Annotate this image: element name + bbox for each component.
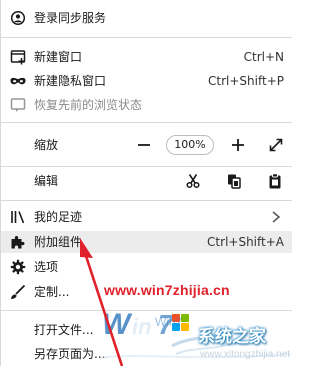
menu-item-addons[interactable]: 附加组件 Ctrl+Shift+A (1, 231, 292, 253)
menu-item-new-window[interactable]: 新建窗口 Ctrl+N (1, 46, 292, 68)
menu-item-label: 恢复先前的浏览状态 (34, 98, 143, 112)
edit-label: 编辑 (34, 174, 59, 188)
menu-item-shortcut: Ctrl+Shift+A (207, 235, 284, 249)
menu-separator (1, 122, 292, 123)
menu-row-edit: 编辑 (1, 170, 292, 192)
cut-icon (186, 174, 200, 189)
zoom-reset-button[interactable]: 100% (166, 135, 214, 155)
watermark-sub-url: www.xitongzhijia.net (200, 349, 291, 360)
svg-text:W: W (102, 308, 133, 341)
brush-icon (11, 284, 26, 299)
menu-item-label: 另存页面为... (34, 347, 106, 361)
watermark-url: www.win7zhijia.cn (104, 282, 230, 298)
fullscreen-button[interactable] (265, 134, 287, 156)
zoom-in-button[interactable] (227, 134, 249, 156)
menu-item-shortcut: Ctrl+Shift+P (208, 74, 284, 88)
new-window-icon (10, 50, 26, 65)
zoom-out-button[interactable] (133, 134, 155, 156)
menu-separator (1, 200, 292, 201)
gear-icon (10, 259, 26, 275)
puzzle-icon (11, 236, 25, 249)
menu-item-restore-session: 恢复先前的浏览状态 (1, 94, 292, 116)
menu-item-label: 打开文件... (34, 323, 94, 337)
menu-item-label: 我的足迹 (34, 210, 83, 224)
menu-separator (1, 166, 292, 167)
fullscreen-icon (269, 138, 283, 152)
menu-item-library[interactable]: 我的足迹 (1, 206, 292, 228)
menu-item-new-private-window[interactable]: 新建隐私窗口 Ctrl+Shift+P (1, 70, 292, 92)
menu-item-options[interactable]: 选项 (1, 256, 292, 278)
copy-button[interactable] (223, 170, 245, 192)
menu-item-label: 新建窗口 (34, 50, 83, 64)
menu-separator (1, 37, 292, 38)
menu-item-label: 附加组件 (34, 235, 83, 249)
menu-item-sync[interactable]: 登录同步服务 (1, 7, 292, 29)
cut-button[interactable] (182, 170, 204, 192)
paste-icon (269, 173, 281, 189)
svg-text:Win7: Win7 (155, 315, 183, 329)
mask-icon (10, 77, 26, 85)
minus-icon (138, 144, 150, 146)
svg-text:in: in (132, 314, 152, 339)
restore-icon (10, 98, 26, 112)
plus-icon (232, 139, 244, 151)
copy-icon (228, 174, 241, 189)
zoom-label: 缩放 (34, 138, 59, 152)
menu-item-label: 选项 (34, 260, 59, 274)
menu-item-shortcut: Ctrl+N (243, 50, 284, 64)
chevron-right-icon (272, 211, 281, 223)
watermark-site-name: 系统之家 (198, 327, 266, 346)
account-icon (10, 10, 26, 26)
menu-item-label: 登录同步服务 (34, 11, 107, 25)
paste-button[interactable] (264, 170, 286, 192)
menu-item-label: 新建隐私窗口 (34, 74, 107, 88)
menu-item-label: 定制... (34, 285, 70, 299)
library-icon (11, 211, 25, 224)
